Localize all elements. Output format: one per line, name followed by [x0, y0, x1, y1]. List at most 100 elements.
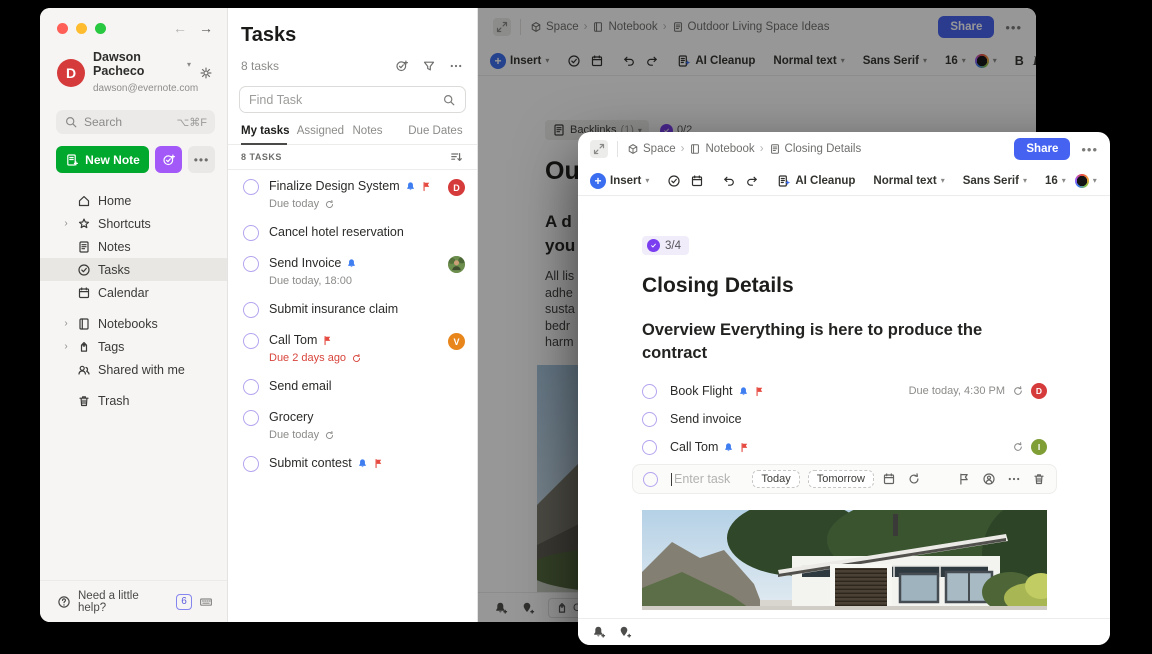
ai-cleanup-button[interactable]: AI Cleanup [777, 174, 855, 188]
minimize-window-button[interactable] [76, 23, 87, 34]
insert-calendar-button[interactable] [690, 174, 704, 188]
redo-button[interactable] [645, 54, 659, 68]
new-note-button[interactable]: New Note [56, 146, 149, 173]
close-window-button[interactable] [57, 23, 68, 34]
recurrence-icon[interactable] [907, 472, 921, 486]
add-location-icon[interactable] [521, 601, 535, 615]
text-color-dropdown[interactable]: ▾ [1075, 174, 1097, 188]
help-label[interactable]: Need a little help? [78, 590, 169, 614]
note-menu-icon[interactable]: ••• [1079, 142, 1098, 157]
task-checkbox[interactable] [243, 410, 259, 426]
ai-cleanup-button[interactable]: AI Cleanup [677, 54, 755, 68]
text-color-dropdown[interactable]: ▾ [975, 54, 997, 68]
sidebar-item-notes[interactable]: Notes [40, 235, 227, 258]
sidebar-item-tags[interactable]: ›Tags [40, 335, 227, 358]
more-icon[interactable] [1007, 472, 1021, 486]
undo-button[interactable] [622, 54, 636, 68]
task-checkbox[interactable] [243, 456, 259, 472]
add-reminder-icon[interactable] [592, 625, 606, 639]
task-checkbox[interactable] [243, 256, 259, 272]
due-tomorrow-chip[interactable]: Tomorrow [808, 470, 874, 488]
breadcrumb-item-space[interactable]: Space [530, 21, 579, 33]
expand-note-icon[interactable] [493, 18, 511, 36]
sidebar-more-button[interactable]: ••• [188, 146, 215, 173]
task-checkbox[interactable] [243, 179, 259, 195]
redo-button[interactable] [745, 174, 759, 188]
task-row[interactable]: Call TomDue 2 days agoV [228, 324, 477, 370]
tab-due-dates[interactable]: Due Dates [408, 125, 464, 144]
task-checkbox[interactable] [642, 440, 657, 455]
share-button[interactable]: Share [1014, 138, 1070, 160]
font-family-dropdown[interactable]: Sans Serif▾ [963, 175, 1027, 187]
task-checkbox[interactable] [243, 225, 259, 241]
breadcrumb-item-closing-details[interactable]: Closing Details [769, 143, 862, 155]
insert-button[interactable]: +Insert▾ [490, 53, 549, 69]
tab-my-tasks[interactable]: My tasks [241, 125, 297, 144]
task-row[interactable]: Cancel hotel reservation [228, 216, 477, 247]
breadcrumb-item-space[interactable]: Space [627, 143, 676, 155]
note-heading[interactable]: Overview Everything is here to produce t… [642, 319, 1010, 365]
sort-icon[interactable] [449, 150, 463, 164]
keyboard-shortcuts-icon[interactable] [199, 595, 213, 609]
undo-button[interactable] [722, 174, 736, 188]
assignee-icon[interactable] [982, 472, 996, 486]
flag-icon[interactable] [957, 472, 971, 486]
task-row[interactable]: GroceryDue today [228, 401, 477, 447]
paragraph-style-dropdown[interactable]: Normal text▾ [773, 55, 844, 67]
font-size-dropdown[interactable]: 16▾ [1045, 175, 1066, 187]
task-row[interactable]: Send InvoiceDue today, 18:00 [228, 247, 477, 293]
account-switcher[interactable]: D Dawson Pacheco▾ dawson@evernote.com [40, 42, 227, 100]
task-checkbox[interactable] [243, 302, 259, 318]
settings-gear-icon[interactable] [199, 66, 213, 80]
sidebar-item-calendar[interactable]: Calendar [40, 281, 227, 304]
task-checkbox[interactable] [642, 412, 657, 427]
paragraph-style-dropdown[interactable]: Normal text▾ [873, 175, 944, 187]
filter-icon[interactable] [422, 59, 436, 73]
add-location-icon[interactable] [618, 625, 632, 639]
insert-task-button[interactable] [567, 54, 581, 68]
italic-button[interactable]: I [1033, 53, 1036, 69]
sidebar-item-notebooks[interactable]: ›Notebooks [40, 312, 227, 335]
sidebar-item-shortcuts[interactable]: ›Shortcuts [40, 212, 227, 235]
house-photo[interactable] [642, 510, 1047, 610]
insert-button[interactable]: +Insert▾ [590, 173, 649, 189]
panel-more-icon[interactable] [449, 59, 463, 73]
font-size-dropdown[interactable]: 16▾ [945, 55, 966, 67]
history-forward-button[interactable]: → [199, 20, 213, 36]
task-row[interactable]: Send email [228, 370, 477, 401]
tab-assigned[interactable]: Assigned [297, 125, 353, 144]
add-task-icon[interactable] [395, 59, 409, 73]
font-family-dropdown[interactable]: Sans Serif▾ [863, 55, 927, 67]
find-task-input[interactable]: Find Task [239, 86, 466, 113]
breadcrumb-item-notebook[interactable]: Notebook [689, 143, 754, 155]
task-checkbox[interactable] [243, 379, 259, 395]
task-row[interactable]: Send invoice [642, 405, 1047, 433]
sidebar-item-tasks[interactable]: Tasks [40, 258, 227, 281]
task-row[interactable]: Submit insurance claim [228, 293, 477, 324]
help-icon[interactable] [57, 595, 71, 609]
insert-calendar-button[interactable] [590, 54, 604, 68]
sidebar-item-home[interactable]: Home [40, 189, 227, 212]
sidebar-item-shared-with-me[interactable]: Shared with me [40, 358, 227, 381]
trash-icon[interactable] [1032, 472, 1046, 486]
task-row[interactable]: Finalize Design SystemDue todayD [228, 170, 477, 216]
breadcrumb-item-notebook[interactable]: Notebook [592, 21, 657, 33]
calendar-icon[interactable] [882, 472, 896, 486]
insert-task-button[interactable] [667, 174, 681, 188]
search-input[interactable]: Search ⌥⌘F [56, 110, 215, 134]
note-menu-icon[interactable]: ••• [1003, 20, 1022, 35]
tab-notes[interactable]: Notes [353, 125, 409, 144]
due-today-chip[interactable]: Today [752, 470, 799, 488]
task-row[interactable]: Call TomI [642, 433, 1047, 461]
expand-note-icon[interactable] [590, 140, 608, 158]
new-task-button[interactable] [155, 146, 182, 173]
bold-button[interactable]: B [1015, 54, 1024, 68]
zoom-window-button[interactable] [95, 23, 106, 34]
reminder-icon[interactable] [932, 472, 946, 486]
history-back-button[interactable]: ← [173, 20, 187, 36]
sidebar-item-trash[interactable]: Trash [40, 389, 227, 412]
share-button[interactable]: Share [938, 16, 994, 38]
add-reminder-icon[interactable] [494, 601, 508, 615]
breadcrumb-item-outdoor-living-space-ideas[interactable]: Outdoor Living Space Ideas [672, 21, 830, 33]
task-checkbox[interactable] [243, 333, 259, 349]
